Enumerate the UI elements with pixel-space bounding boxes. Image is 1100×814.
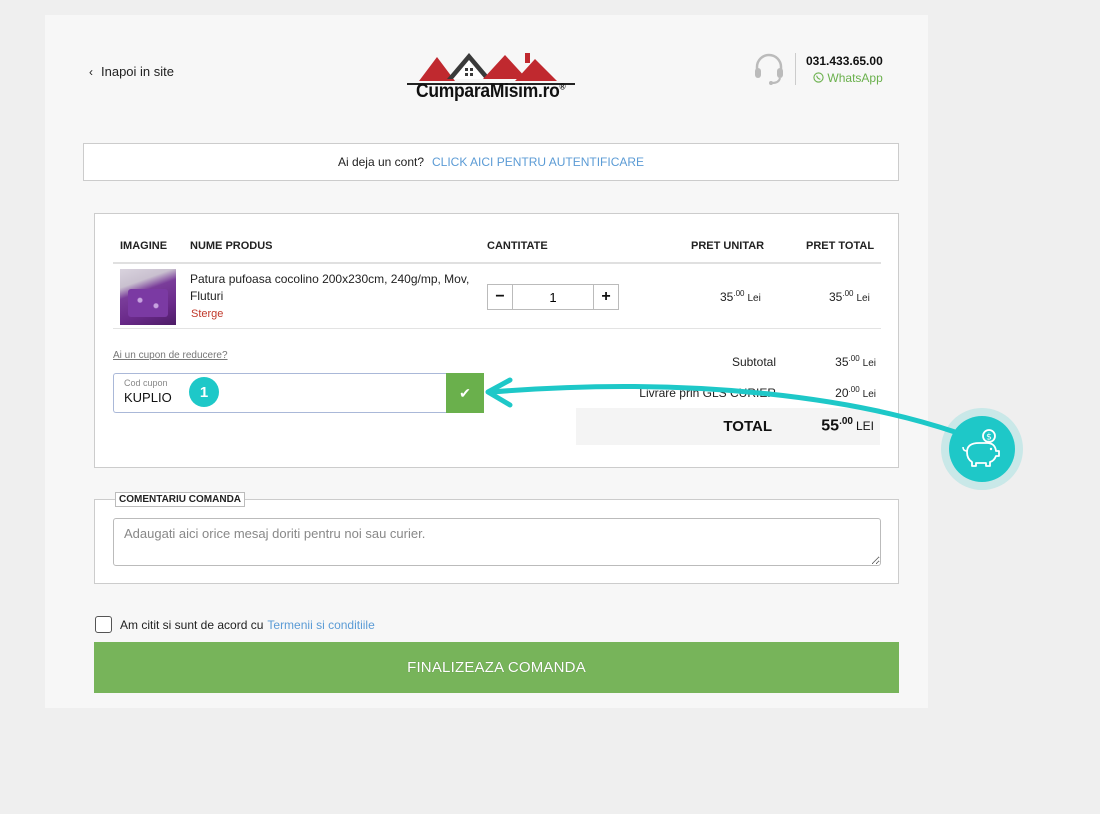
cart-header-row: IMAGINE NUME PRODUS CANTITATE PRET UNITA… [113, 240, 881, 264]
terms-link[interactable]: Termenii si conditiile [267, 618, 374, 632]
back-to-site-link[interactable]: ‹ Inapoi in site [89, 64, 174, 79]
terms-agreement: Am citit si sunt de acord cu Termenii si… [95, 616, 375, 633]
increase-quantity-button[interactable]: + [594, 285, 618, 309]
coupon-toggle-link[interactable]: Ai un cupon de reducere? [113, 350, 228, 361]
terms-text: Am citit si sunt de acord cu [120, 617, 264, 632]
step-badge: 1 [189, 377, 219, 407]
subtotal-label: Subtotal [731, 355, 776, 369]
finalize-order-button[interactable]: FINALIZEAZA COMANDA [94, 642, 899, 693]
headset-icon [755, 53, 783, 85]
back-link-label: Inapoi in site [101, 64, 174, 79]
total-value: 55.00 LEI [821, 416, 874, 435]
col-image: IMAGINE [120, 240, 168, 252]
whatsapp-label: WhatsApp [827, 70, 883, 85]
total-row: TOTAL 55.00 LEI [576, 408, 880, 445]
coupon-form: Cod cupon ✔ [113, 373, 484, 413]
product-image[interactable] [120, 269, 176, 325]
table-row: Patura pufoasa cocolino 200x230cm, 240g/… [113, 264, 881, 329]
col-total-price: PRET TOTAL [806, 240, 875, 252]
check-icon: ✔ [459, 384, 471, 401]
comment-legend: COMENTARIU COMANDA [115, 492, 246, 507]
line-total-price: 35.00 Lei [829, 289, 870, 304]
login-prompt: Ai deja un cont? [337, 155, 424, 169]
decrease-quantity-button[interactable]: − [488, 285, 512, 309]
product-name[interactable]: Patura pufoasa cocolino 200x230cm, 240g/… [190, 271, 480, 305]
subtotal-value: 35.00 Lei [835, 354, 876, 369]
col-quantity: CANTITATE [487, 240, 548, 252]
login-link[interactable]: CLICK AICI PENTRU AUTENTIFICARE [432, 155, 644, 169]
quantity-stepper: − + [487, 284, 619, 310]
coupon-input[interactable] [124, 390, 324, 405]
terms-checkbox[interactable] [95, 616, 112, 633]
comment-textarea[interactable] [113, 518, 881, 566]
whatsapp-link[interactable]: WhatsApp [806, 71, 883, 85]
logo-text: CumparaMisim.ro® [416, 81, 566, 102]
support-contact: 031.433.65.00 WhatsApp [751, 51, 883, 87]
shipping-value: 20.00 Lei [835, 385, 876, 400]
login-bar: Ai deja un cont? CLICK AICI PENTRU AUTEN… [83, 143, 899, 181]
apply-coupon-button[interactable]: ✔ [446, 373, 484, 413]
site-logo[interactable]: CumparaMisim.ro® [407, 49, 575, 105]
piggy-bank-icon: $ [962, 429, 1000, 467]
col-product-name: NUME PRODUS [190, 240, 273, 252]
whatsapp-icon [813, 72, 825, 83]
phone-number[interactable]: 031.433.65.00 [806, 54, 883, 68]
cart-table: IMAGINE NUME PRODUS CANTITATE PRET UNITA… [94, 213, 899, 468]
unit-price: 35.00 Lei [720, 289, 761, 304]
total-label: TOTAL [723, 418, 772, 435]
order-comment-section: COMENTARIU COMANDA [94, 492, 899, 584]
coupon-label: Cod cupon [124, 378, 168, 388]
shipping-label: Livrare prin GLS CURIER [639, 386, 776, 400]
support-divider [795, 53, 796, 85]
chevron-left-icon: ‹ [89, 64, 93, 79]
checkout-page: ‹ Inapoi in site CumparaMisim.ro® 031.43… [45, 15, 928, 708]
coupon-field[interactable]: Cod cupon [113, 373, 446, 413]
svg-text:$: $ [986, 433, 992, 443]
quantity-input[interactable] [512, 285, 594, 309]
piggy-bank-badge: $ [941, 408, 1023, 490]
remove-item-link[interactable]: Sterge [191, 308, 223, 320]
col-unit-price: PRET UNITAR [691, 240, 765, 252]
